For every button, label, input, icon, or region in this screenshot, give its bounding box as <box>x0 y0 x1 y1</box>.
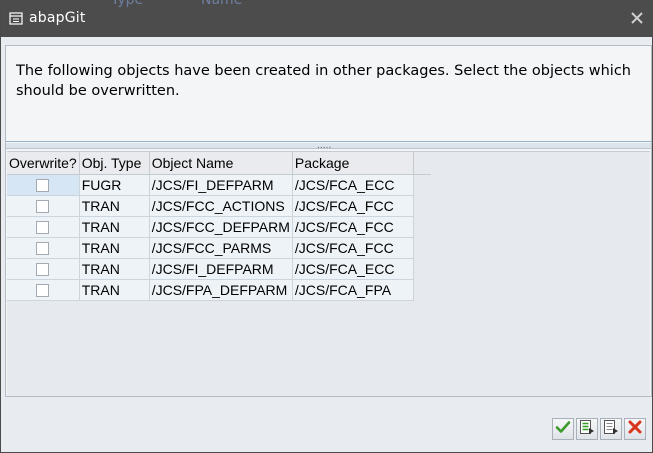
overwrite-cell[interactable] <box>7 237 80 259</box>
table-row[interactable]: TRAN /JCS/FCC_PARMS /JCS/FCA_FCC <box>7 237 431 259</box>
window-menu-icon[interactable] <box>9 11 25 25</box>
objects-grid: Overwrite? Obj. Type Object Name Package… <box>7 152 432 301</box>
message-panel: The following objects have been created … <box>6 46 651 142</box>
object-name-cell: /JCS/FCC_PARMS <box>149 237 293 259</box>
table-row[interactable]: TRAN /JCS/FCC_DEFPARM /JCS/FCA_FCC <box>7 216 431 238</box>
deselect-all-icon <box>603 419 619 439</box>
object-name-cell: /JCS/FCC_ACTIONS <box>149 195 293 217</box>
window-title: abapGit <box>29 10 86 26</box>
dialog-body: The following objects have been created … <box>5 45 652 397</box>
package-cell: /JCS/FCA_FCC <box>292 216 414 238</box>
title-bar[interactable]: Type Name abapGit <box>1 0 652 37</box>
objects-grid-area: Overwrite? Obj. Type Object Name Package… <box>7 151 650 396</box>
object-name-cell: /JCS/FCC_DEFPARM <box>149 216 293 238</box>
background-text-name: Name <box>201 0 243 8</box>
column-header-obj-type[interactable]: Obj. Type <box>79 152 150 175</box>
confirm-icon <box>555 419 571 439</box>
cancel-button[interactable] <box>624 418 646 440</box>
obj-type-cell: FUGR <box>79 174 150 196</box>
header-filler <box>413 152 432 175</box>
message-text: The following objects have been created … <box>16 63 631 99</box>
footer-toolbar <box>552 418 646 442</box>
column-header-overwrite[interactable]: Overwrite? <box>7 152 80 175</box>
overwrite-checkbox[interactable] <box>36 179 50 193</box>
overwrite-checkbox[interactable] <box>36 263 50 277</box>
table-row[interactable]: FUGR /JCS/FI_DEFPARM /JCS/FCA_ECC <box>7 174 431 196</box>
overwrite-cell[interactable] <box>7 279 80 301</box>
select-all-button[interactable] <box>576 418 598 440</box>
overwrite-checkbox[interactable] <box>36 284 50 298</box>
overwrite-checkbox[interactable] <box>36 221 50 235</box>
overwrite-cell[interactable] <box>7 174 80 196</box>
package-cell: /JCS/FCA_FCC <box>292 237 414 259</box>
deselect-all-button[interactable] <box>600 418 622 440</box>
package-cell: /JCS/FCA_ECC <box>292 258 414 280</box>
table-row[interactable]: TRAN /JCS/FPA_DEFPARM /JCS/FCA_FPA <box>7 279 431 301</box>
column-header-object-name[interactable]: Object Name <box>149 152 293 175</box>
obj-type-cell: TRAN <box>79 237 150 259</box>
object-name-cell: /JCS/FI_DEFPARM <box>149 258 293 280</box>
obj-type-cell: TRAN <box>79 216 150 238</box>
overwrite-cell[interactable] <box>7 258 80 280</box>
column-header-package[interactable]: Package <box>292 152 414 175</box>
overwrite-checkbox[interactable] <box>36 242 50 256</box>
overwrite-cell[interactable] <box>7 216 80 238</box>
overwrite-cell[interactable] <box>7 195 80 217</box>
dialog-window: Type Name abapGit The following objects … <box>0 0 653 453</box>
splitter-grip[interactable]: ..... <box>317 141 331 151</box>
panel-splitter[interactable]: ..... <box>6 141 651 151</box>
overwrite-checkbox[interactable] <box>36 200 50 214</box>
object-name-cell: /JCS/FPA_DEFPARM <box>149 279 293 301</box>
table-row[interactable]: TRAN /JCS/FI_DEFPARM /JCS/FCA_ECC <box>7 258 431 280</box>
table-row[interactable]: TRAN /JCS/FCC_ACTIONS /JCS/FCA_FCC <box>7 195 431 217</box>
package-cell: /JCS/FCA_ECC <box>292 174 414 196</box>
background-text-type: Type <box>111 0 144 8</box>
obj-type-cell: TRAN <box>79 195 150 217</box>
cancel-icon <box>627 419 643 439</box>
obj-type-cell: TRAN <box>79 279 150 301</box>
object-name-cell: /JCS/FI_DEFPARM <box>149 174 293 196</box>
grid-header-row: Overwrite? Obj. Type Object Name Package <box>7 152 432 175</box>
select-all-icon <box>579 419 595 439</box>
close-icon[interactable] <box>628 9 646 27</box>
package-cell: /JCS/FCA_FPA <box>292 279 414 301</box>
obj-type-cell: TRAN <box>79 258 150 280</box>
confirm-button[interactable] <box>552 418 574 440</box>
package-cell: /JCS/FCA_FCC <box>292 195 414 217</box>
